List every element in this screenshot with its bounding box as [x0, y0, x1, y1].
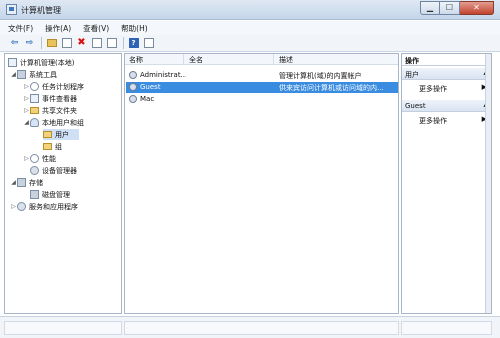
user-icon [129, 95, 137, 103]
menu-help[interactable]: 帮助(H) [121, 23, 148, 34]
status-bar [0, 316, 500, 338]
expand-icon[interactable]: ▷ [23, 83, 30, 90]
column-header-description[interactable]: 描述 [279, 55, 293, 65]
back-arrow-icon[interactable]: ⇦ [8, 37, 21, 50]
table-row-selected[interactable]: Guest 供来宾访问计算机或访问域的内... [126, 82, 398, 93]
cell-name: Mac [140, 95, 155, 103]
device-manager-icon [30, 166, 39, 175]
folder-icon [43, 143, 52, 150]
list-header: 名称 全名 描述 [125, 54, 398, 65]
performance-icon [30, 154, 39, 163]
collapse-icon[interactable]: ◢ [10, 71, 17, 78]
menu-bar: 文件(F) 操作(A) 查看(V) 帮助(H) [0, 21, 500, 35]
help-icon[interactable]: ? [127, 37, 140, 50]
cell-description: 供来宾访问计算机或访问域的内... [279, 84, 384, 92]
table-row[interactable]: Administrat... 管理计算机(域)的内置帐户 [126, 70, 398, 81]
up-folder-icon[interactable] [45, 37, 58, 50]
cell-description: 管理计算机(域)的内置帐户 [279, 72, 362, 80]
menu-action[interactable]: 操作(A) [45, 23, 71, 34]
status-cell [4, 321, 122, 335]
tree-item-task-scheduler[interactable]: ▷ 任务计划程序 [23, 81, 84, 92]
toolbar: ⇦ ⇨ ✖ ? [0, 35, 500, 52]
tools-icon [17, 70, 26, 79]
actions-pane: 操作 用户 ▴ 更多操作 ▶ Guest ▴ 更多操作 ▶ [401, 53, 492, 314]
storage-icon [17, 178, 26, 187]
navigation-tree[interactable]: 计算机管理(本地) ◢ 系统工具 ▷ 任务计划程序 ▷ 事件查看器 ▷ 共享文件… [4, 53, 122, 314]
menu-view[interactable]: 查看(V) [83, 23, 109, 34]
users-list: 名称 全名 描述 Administrat... 管理计算机(域)的内置帐户 Gu… [124, 53, 399, 314]
export-icon[interactable] [105, 37, 118, 50]
disk-icon [30, 190, 39, 199]
computer-management-icon [6, 4, 17, 15]
status-cell [124, 321, 399, 335]
event-log-icon [30, 94, 39, 103]
close-button[interactable]: ✕ [460, 1, 494, 15]
actions-scrollbar[interactable] [485, 54, 491, 313]
tree-item-system-tools[interactable]: ◢ 系统工具 [10, 69, 57, 80]
window-controls: ▁ ☐ ✕ [420, 1, 494, 15]
more-actions-guest[interactable]: 更多操作 ▶ [402, 114, 491, 126]
tree-item-users[interactable]: 用户 [43, 129, 79, 140]
tree-item-performance[interactable]: ▷ 性能 [23, 153, 56, 164]
tree-item-local-users-groups[interactable]: ◢ 本地用户和组 [23, 117, 84, 128]
menu-file[interactable]: 文件(F) [8, 23, 33, 34]
tree-item-groups[interactable]: 组 [43, 141, 62, 152]
folder-icon [43, 131, 52, 138]
column-divider[interactable] [273, 54, 274, 65]
services-icon [17, 202, 26, 211]
column-divider[interactable] [183, 54, 184, 65]
user-icon [129, 83, 137, 91]
cell-name: Administrat... [140, 71, 186, 79]
maximize-button[interactable]: ☐ [440, 1, 460, 15]
delete-icon[interactable]: ✖ [75, 37, 88, 50]
actions-section-guest[interactable]: Guest ▴ [402, 100, 491, 112]
expand-icon[interactable]: ▷ [23, 155, 30, 162]
properties-icon[interactable] [90, 37, 103, 50]
expand-icon[interactable]: ▷ [23, 95, 30, 102]
actions-section-users[interactable]: 用户 ▴ [402, 68, 491, 80]
column-header-fullname[interactable]: 全名 [189, 55, 203, 65]
tree-item-device-manager[interactable]: 设备管理器 [30, 165, 77, 176]
actions-header: 操作 [402, 54, 491, 66]
computer-management-window: 计算机管理 ▁ ☐ ✕ 文件(F) 操作(A) 查看(V) 帮助(H) ⇦ ⇨ … [0, 0, 500, 338]
user-icon [129, 71, 137, 79]
table-row[interactable]: Mac [126, 94, 398, 105]
cell-name: Guest [140, 83, 161, 91]
tree-item-services-apps[interactable]: ▷ 服务和应用程序 [10, 201, 78, 212]
column-header-name[interactable]: 名称 [129, 55, 143, 65]
collapse-icon[interactable]: ◢ [23, 119, 30, 126]
expand-icon[interactable]: ▷ [23, 107, 30, 114]
title-bar[interactable]: 计算机管理 ▁ ☐ ✕ [0, 0, 500, 20]
tree-item-storage[interactable]: ◢ 存储 [10, 177, 43, 188]
collapse-icon[interactable]: ◢ [10, 179, 17, 186]
expand-icon[interactable]: ▷ [10, 203, 17, 210]
toolbar-separator [123, 37, 124, 49]
show-hide-tree-icon[interactable] [60, 37, 73, 50]
forward-arrow-icon[interactable]: ⇨ [23, 37, 36, 50]
toolbar-separator [41, 37, 42, 49]
users-group-icon [30, 118, 39, 127]
tree-item-shared-folders[interactable]: ▷ 共享文件夹 [23, 105, 77, 116]
window-title: 计算机管理 [21, 6, 61, 15]
minimize-button[interactable]: ▁ [420, 1, 440, 15]
computer-icon [8, 58, 17, 67]
more-actions-users[interactable]: 更多操作 ▶ [402, 82, 491, 94]
status-cell [401, 321, 492, 335]
console-view-icon[interactable] [142, 37, 155, 50]
clock-icon [30, 82, 39, 91]
tree-item-event-viewer[interactable]: ▷ 事件查看器 [23, 93, 77, 104]
tree-item-root[interactable]: 计算机管理(本地) [8, 57, 74, 68]
shared-folder-icon [30, 107, 39, 114]
tree-item-disk-management[interactable]: 磁盘管理 [30, 189, 70, 200]
